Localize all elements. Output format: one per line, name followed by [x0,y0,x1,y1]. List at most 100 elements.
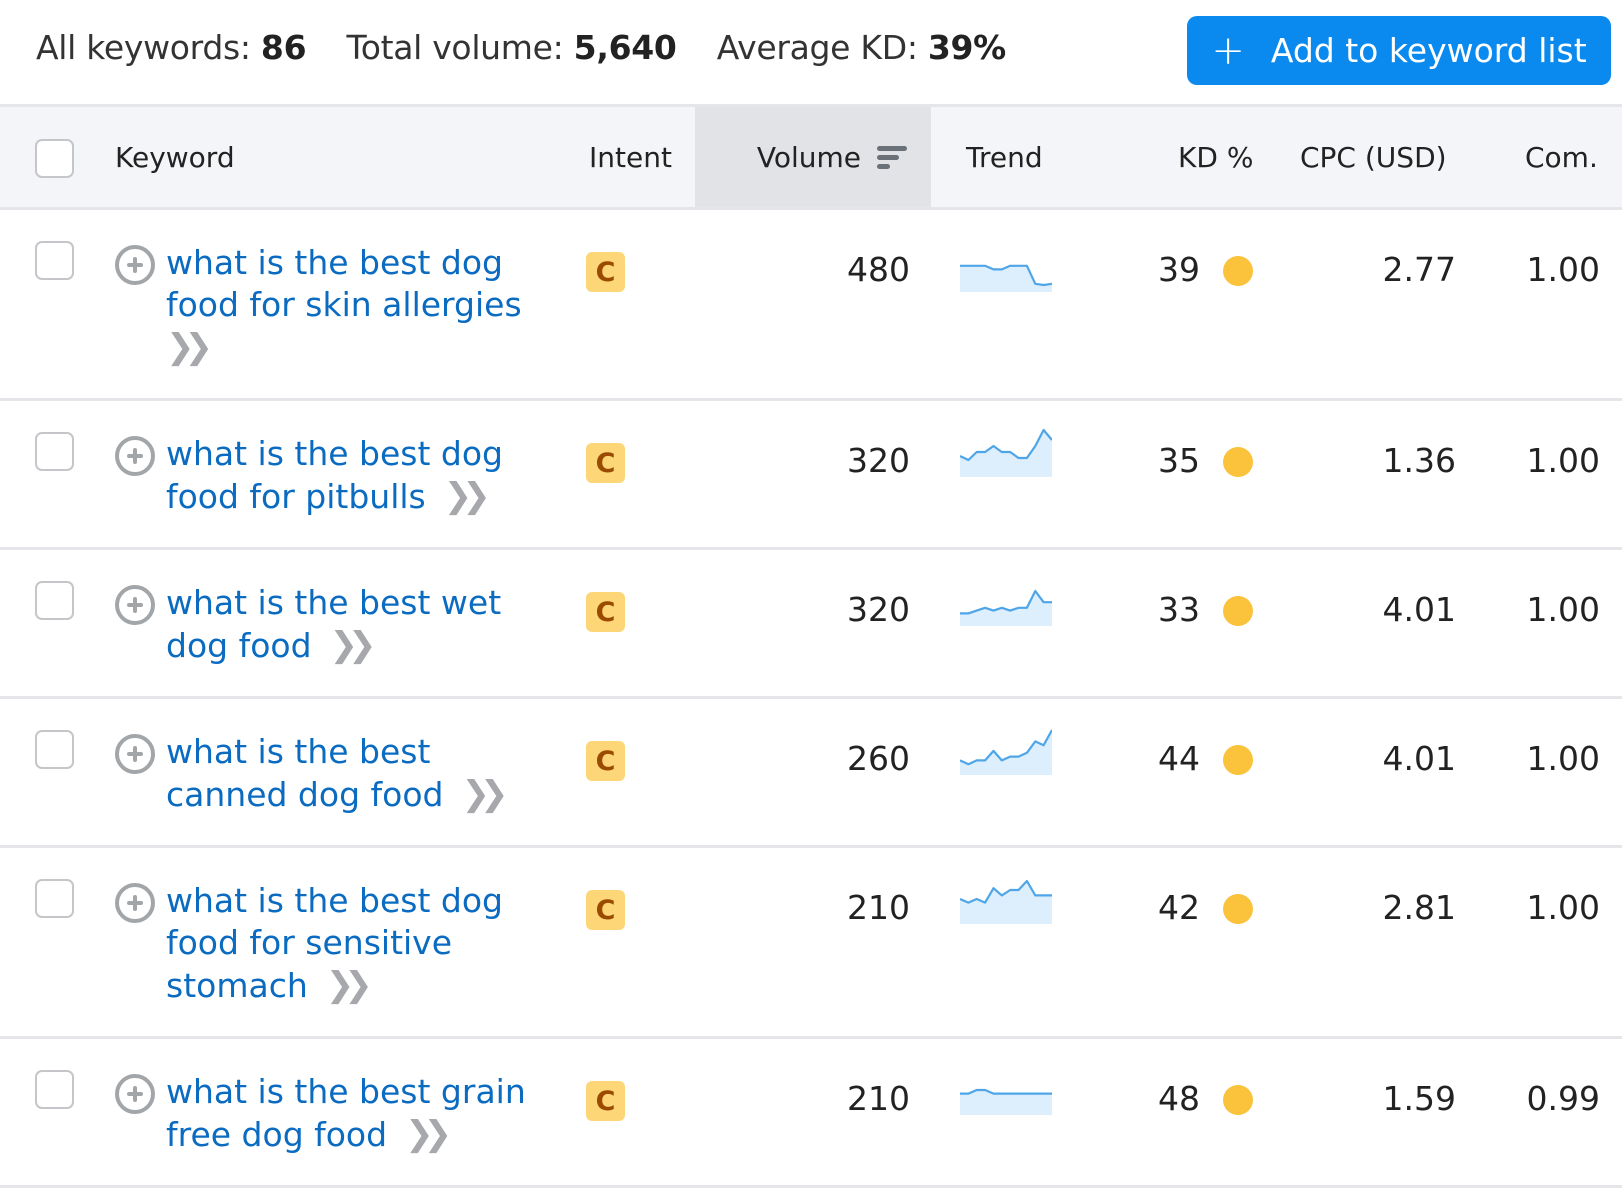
trend-sparkline [960,729,1052,775]
kd-difficulty-dot [1223,256,1253,286]
add-to-keyword-list-label: Add to keyword list [1270,31,1587,70]
competition-value: 1.00 [1526,590,1600,629]
add-keyword-plus-circle-icon[interactable] [115,585,155,625]
row-checkbox[interactable] [35,432,74,471]
row-checkbox[interactable] [35,241,74,280]
trend-sparkline [960,879,1052,924]
table-row: what is the best wet dog food ❯❯ C 320 33… [0,550,1622,699]
keyword-link[interactable]: what is the best dog food for pitbulls ❯❯ [166,433,546,518]
column-header-cpc[interactable]: CPC (USD) [1300,107,1447,207]
keyword-link[interactable]: what is the best dog food for sensitive … [166,880,516,1007]
keyword-text[interactable]: what is the best grain free dog food [166,1072,526,1154]
add-keyword-plus-circle-icon[interactable] [115,436,155,476]
table-row: what is the best dog food for sensitive … [0,848,1622,1039]
intent-badge: C [586,443,625,483]
keyword-cell: what is the best dog food for pitbulls ❯❯ [115,433,546,518]
column-header-intent[interactable]: Intent [589,107,672,207]
competition-value: 0.99 [1526,1079,1600,1118]
trend-area [960,730,1052,775]
table-row: what is the best grain free dog food ❯❯ C… [0,1039,1622,1188]
trend-sparkline [960,264,1052,292]
volume-value: 480 [847,250,910,289]
volume-value: 260 [847,739,910,778]
column-header-com[interactable]: Com. [1525,107,1598,207]
kd-difficulty-dot [1223,596,1253,626]
double-chevron-right-icon[interactable]: ❯❯ [166,326,546,368]
cpc-value: 4.01 [1382,739,1456,778]
column-header-volume[interactable]: Volume [695,107,931,207]
keyword-link[interactable]: what is the best dog food for skin aller… [166,242,546,368]
volume-value: 210 [847,888,910,927]
double-chevron-right-icon[interactable]: ❯❯ [405,1113,452,1155]
add-keyword-plus-circle-icon[interactable] [115,1074,155,1114]
row-checkbox[interactable] [35,1070,74,1109]
table-body: what is the best dog food for skin aller… [0,210,1622,1188]
keyword-link[interactable]: what is the best grain free dog food ❯❯ [166,1071,526,1156]
volume-value: 320 [847,590,910,629]
trend-area [960,881,1052,924]
row-checkbox[interactable] [35,879,74,918]
competition-value: 1.00 [1526,739,1600,778]
add-to-keyword-list-button[interactable]: + Add to keyword list [1187,16,1611,85]
total-volume-label: Total volume: [346,28,564,67]
double-chevron-right-icon[interactable]: ❯❯ [444,475,491,517]
intent-badge: C [586,890,625,930]
keyword-cell: what is the best dog food for sensitive … [115,880,516,1007]
intent-badge: C [586,1081,625,1121]
intent-badge: C [586,252,625,292]
total-volume-value: 5,640 [573,28,677,67]
kd-difficulty-dot [1223,745,1253,775]
column-header-trend[interactable]: Trend [966,107,1043,207]
table-row: what is the best canned dog food ❯❯ C 260… [0,699,1622,848]
cpc-value: 2.77 [1382,250,1456,289]
kd-difficulty-dot [1223,1085,1253,1115]
kd-difficulty-dot [1223,447,1253,477]
kd-value: 44 [1158,739,1200,778]
all-keywords-value: 86 [260,28,307,67]
double-chevron-right-icon[interactable]: ❯❯ [461,773,508,815]
add-keyword-plus-circle-icon[interactable] [115,883,155,923]
keyword-cell: what is the best grain free dog food ❯❯ [115,1071,526,1156]
kd-value: 42 [1158,888,1200,927]
cpc-value: 4.01 [1382,590,1456,629]
sort-descending-icon[interactable] [877,144,907,170]
keyword-link[interactable]: what is the best wet dog food ❯❯ [166,582,546,667]
cpc-value: 1.36 [1382,441,1456,480]
row-checkbox[interactable] [35,730,74,769]
plus-icon: + [1211,27,1245,74]
column-header-keyword[interactable]: Keyword [115,107,235,207]
add-keyword-plus-circle-icon[interactable] [115,734,155,774]
competition-value: 1.00 [1526,250,1600,289]
total-volume-stat: Total volume: 5,640 [346,28,676,67]
volume-value: 320 [847,441,910,480]
average-kd-stat: Average KD: 39% [717,28,1006,67]
all-keywords-label: All keywords: [36,28,251,67]
keyword-cell: what is the best wet dog food ❯❯ [115,582,546,667]
intent-badge: C [586,592,625,632]
cpc-value: 1.59 [1382,1079,1456,1118]
trend-sparkline [960,428,1052,477]
double-chevron-right-icon[interactable]: ❯❯ [330,624,377,666]
column-header-kd[interactable]: KD % [1178,107,1253,207]
select-all-checkbox[interactable] [35,139,74,178]
keyword-cell: what is the best canned dog food ❯❯ [115,731,508,816]
add-keyword-plus-circle-icon[interactable] [115,245,155,285]
trend-area [960,265,1052,292]
double-chevron-right-icon[interactable]: ❯❯ [326,964,373,1006]
keyword-link[interactable]: what is the best canned dog food ❯❯ [166,731,508,816]
volume-value: 210 [847,1079,910,1118]
keyword-text[interactable]: what is the best canned dog food [166,732,443,814]
keyword-cell: what is the best dog food for skin aller… [115,242,546,368]
kd-value: 33 [1158,590,1200,629]
all-keywords-stat: All keywords: 86 [36,28,307,67]
table-header: Keyword Intent Volume Trend KD % CPC (US… [0,104,1622,210]
trend-sparkline [960,589,1052,626]
cpc-value: 2.81 [1382,888,1456,927]
kd-value: 35 [1158,441,1200,480]
row-checkbox[interactable] [35,581,74,620]
kd-difficulty-dot [1223,894,1253,924]
average-kd-value: 39% [927,28,1006,67]
competition-value: 1.00 [1526,441,1600,480]
keyword-text[interactable]: what is the best dog food for skin aller… [166,243,522,324]
column-header-volume-label: Volume [756,140,861,174]
